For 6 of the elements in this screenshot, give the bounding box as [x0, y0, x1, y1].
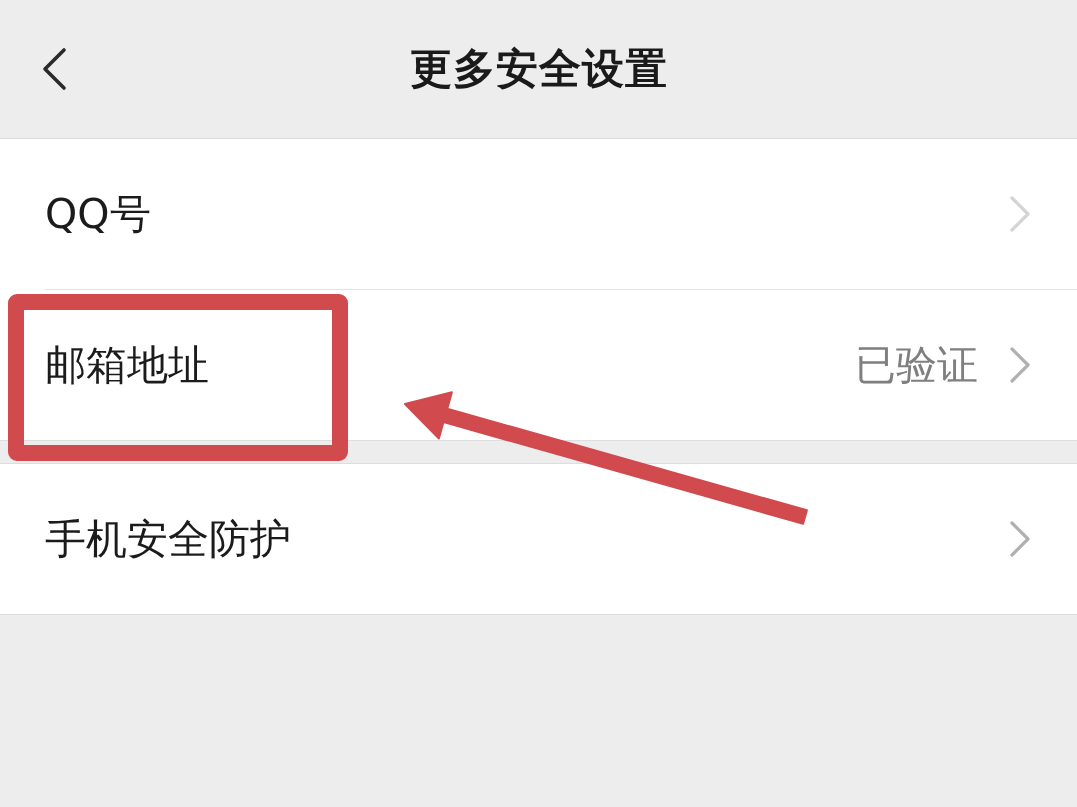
- page-title: 更多安全设置: [409, 43, 668, 95]
- row-label: 邮箱地址: [45, 339, 209, 391]
- back-icon: [40, 47, 68, 91]
- row-label: 手机安全防护: [45, 513, 291, 565]
- row-label: QQ号: [45, 188, 151, 240]
- row-status: 已验证: [855, 339, 978, 391]
